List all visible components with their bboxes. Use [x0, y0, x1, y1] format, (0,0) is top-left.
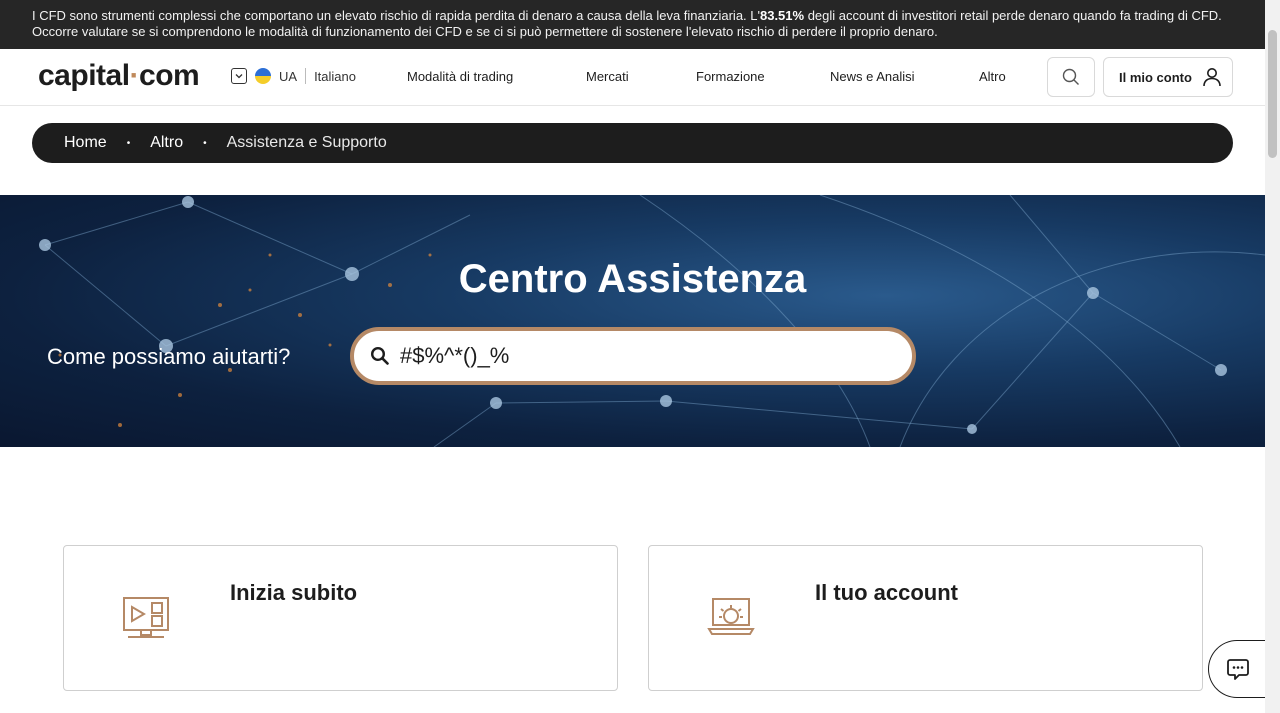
- scrollbar-thumb[interactable]: [1268, 30, 1277, 158]
- page: I CFD sono strumenti complessi che compo…: [0, 0, 1265, 713]
- user-icon: [1203, 68, 1221, 87]
- language-label: Italiano: [314, 68, 356, 84]
- breadcrumb-separator: •: [203, 137, 207, 149]
- logo-text-right: com: [139, 59, 200, 92]
- card-title: Inizia subito: [230, 580, 358, 605]
- network-background-image: [39, 195, 1265, 447]
- my-account-label: Il mio conto: [1119, 69, 1192, 85]
- logo-dot: ·: [129, 59, 140, 92]
- breadcrumb-home[interactable]: Home: [64, 134, 107, 152]
- monitor-play-icon: [123, 597, 169, 638]
- card-get-started[interactable]: Inizia subito: [63, 545, 618, 691]
- search-icon: [1062, 68, 1079, 85]
- my-account-button[interactable]: Il mio conto: [1103, 57, 1233, 97]
- chat-bubble-icon: [1227, 659, 1249, 680]
- logo-text-left: capital: [38, 59, 130, 92]
- card-your-account[interactable]: Il tuo account: [648, 545, 1203, 691]
- language-selector[interactable]: UA Italiano: [231, 68, 356, 84]
- site-header: capital·com UA Italiano Modalità di trad…: [0, 49, 1265, 106]
- nav-trading-modes[interactable]: Modalità di trading: [407, 69, 513, 84]
- breadcrumb-current: Assistenza e Supporto: [226, 134, 387, 151]
- help-search-input[interactable]: [400, 343, 870, 369]
- breadcrumb-more[interactable]: Altro: [150, 134, 183, 152]
- hero-search-label: Come possiamo aiutarti?: [47, 344, 291, 369]
- nav-markets[interactable]: Mercati: [586, 69, 629, 84]
- hero-title: Centro Assistenza: [458, 257, 807, 301]
- chat-widget-button[interactable]: [1208, 640, 1265, 698]
- page-scrollbar[interactable]: [1265, 0, 1280, 713]
- nav-education[interactable]: Formazione: [696, 69, 765, 84]
- breadcrumb: Home • Altro • Assistenza e Supporto: [32, 123, 1233, 163]
- help-center-hero: Centro Assistenza Come possiamo aiutarti…: [0, 195, 1265, 447]
- nav-more[interactable]: Altro: [979, 69, 1006, 84]
- chevron-down-icon[interactable]: [231, 68, 247, 84]
- language-divider: [305, 68, 307, 84]
- nav-news-analysis[interactable]: News e Analisi: [830, 69, 915, 84]
- help-search-box[interactable]: [350, 327, 916, 385]
- logo[interactable]: capital·com: [38, 59, 200, 93]
- header-search-button[interactable]: [1047, 57, 1095, 97]
- ukraine-flag-icon: [255, 68, 271, 84]
- risk-percentage: 83.51%: [759, 8, 805, 23]
- risk-text-before: I CFD sono strumenti complessi che compo…: [32, 8, 760, 23]
- breadcrumb-separator: •: [126, 137, 131, 149]
- region-code: UA: [279, 68, 298, 84]
- risk-warning-banner: I CFD sono strumenti complessi che compo…: [0, 0, 1265, 49]
- laptop-gear-icon: [707, 598, 755, 635]
- card-title: Il tuo account: [815, 580, 958, 605]
- search-icon: [370, 346, 389, 365]
